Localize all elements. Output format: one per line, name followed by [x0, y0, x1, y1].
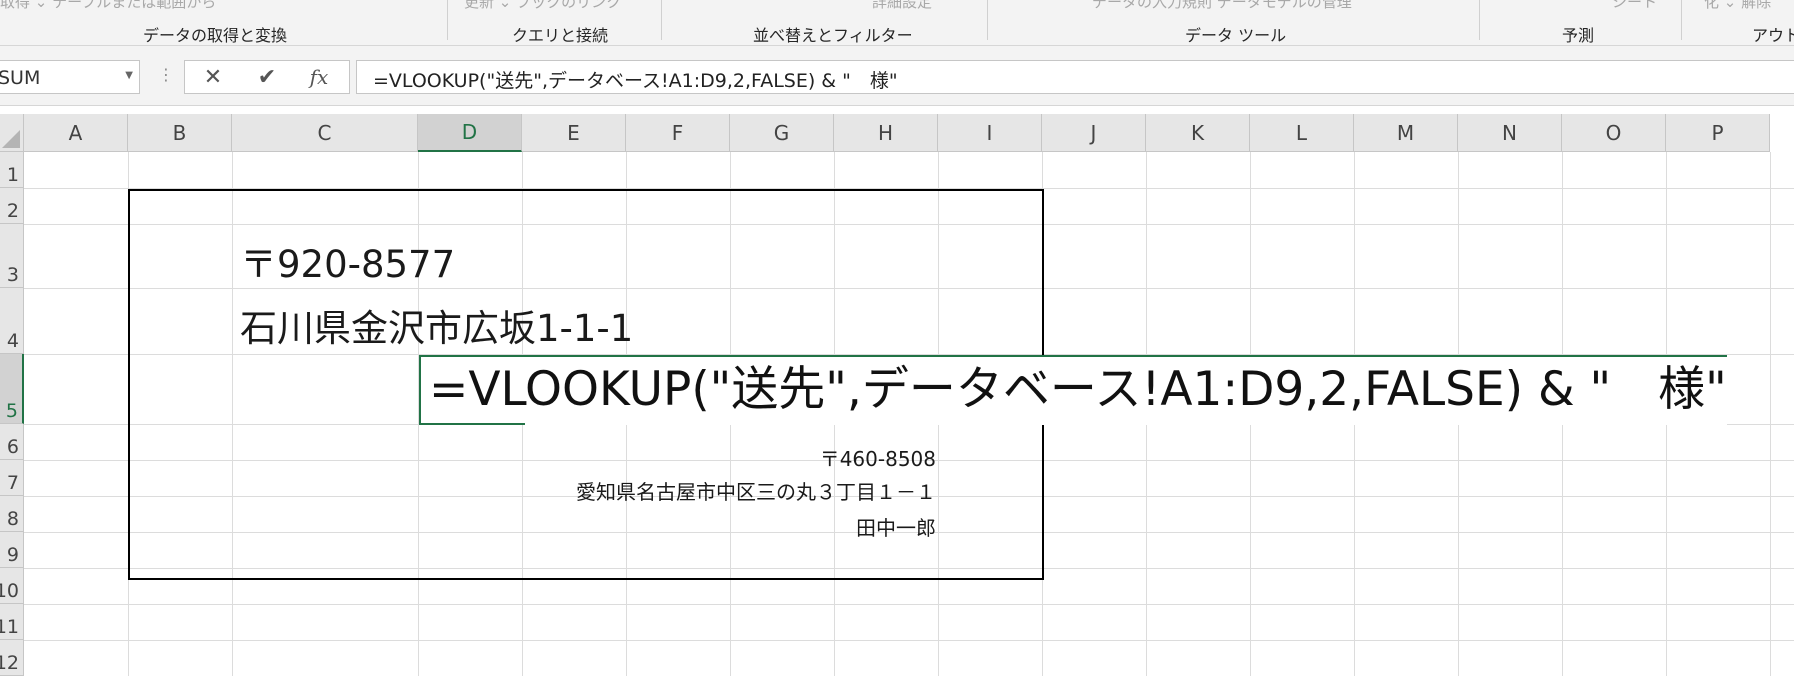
ribbon-faint-commands[interactable]: データの入力規則 データモデルの管理 [1092, 0, 1352, 12]
formula-commands: ✕ ✔ fx [184, 60, 350, 94]
gridline-horizontal [24, 604, 1794, 605]
formula-input[interactable]: =VLOOKUP("送先",データベース!A1:D9,2,FALSE) & " … [356, 60, 1794, 94]
row-header-10[interactable]: 10 [0, 568, 24, 604]
column-header-j[interactable]: J [1042, 114, 1146, 152]
cell-d5-editor[interactable]: =VLOOKUP("送先",データベース!A1:D9,2,FALSE) & " … [419, 355, 1727, 425]
cell-h8-name[interactable]: 田中一郎 [856, 512, 936, 541]
cell-d5-formula: =VLOOKUP("送先",データベース!A1:D9,2,FALSE) & " … [429, 362, 1727, 417]
column-header-o[interactable]: O [1562, 114, 1666, 152]
ribbon-group-outline: 化 ⌄ 解除 アウト [1682, 0, 1794, 45]
cell-h6-postal-code[interactable]: 〒460-8508 [820, 443, 936, 472]
column-header-d[interactable]: D [418, 114, 522, 152]
ribbon-group-label: クエリと接続 [512, 26, 609, 45]
ribbon-group-sort-filter: 詳細設定 並べ替えとフィルター [662, 0, 986, 45]
select-all-corner[interactable] [0, 114, 24, 152]
column-header-p[interactable]: P [1666, 114, 1770, 152]
column-header-c[interactable]: C [232, 114, 418, 152]
ribbon-faint-commands[interactable]: 化 ⌄ 解除 [1704, 0, 1771, 12]
column-header-e[interactable]: E [522, 114, 626, 152]
column-header-l[interactable]: L [1250, 114, 1354, 152]
column-header-i[interactable]: I [938, 114, 1042, 152]
column-header-n[interactable]: N [1458, 114, 1562, 152]
column-header-h[interactable]: H [834, 114, 938, 152]
enter-check-icon[interactable]: ✔ [247, 63, 287, 91]
ribbon-group-get-transform: 取得 ⌄ テーブルまたは範囲から データの取得と変換 [0, 0, 445, 45]
name-box[interactable]: SUM ▼ [0, 60, 140, 94]
insert-function-icon[interactable]: fx [299, 63, 339, 91]
row-header-7[interactable]: 7 [0, 460, 24, 496]
column-header-k[interactable]: K [1146, 114, 1250, 152]
row-header-1[interactable]: 1 [0, 152, 24, 188]
chevron-down-icon[interactable]: ▼ [125, 70, 133, 81]
ribbon-group-label: アウト [1752, 26, 1794, 45]
active-cell-border [419, 423, 525, 425]
ribbon-group-forecast: シート 予測 [1480, 0, 1680, 45]
row-header-2[interactable]: 2 [0, 188, 24, 224]
column-header-a[interactable]: A [24, 114, 128, 152]
cell-c4-address[interactable]: 石川県金沢市広坂1-1-1 [240, 298, 633, 352]
spreadsheet-grid: ABCDEFGHIJKLMNOP 123456789101112 〒920-85… [0, 114, 1794, 676]
row-header-8[interactable]: 8 [0, 496, 24, 532]
column-header-g[interactable]: G [730, 114, 834, 152]
cancel-icon[interactable]: ✕ [193, 63, 233, 91]
ribbon-group-label: 予測 [1562, 26, 1595, 45]
column-header-f[interactable]: F [626, 114, 730, 152]
ribbon-group-label: データ ツール [1185, 26, 1287, 45]
ribbon-faint-commands[interactable]: 詳細設定 [872, 0, 932, 12]
select-all-triangle-icon [2, 130, 20, 148]
row-header-4[interactable]: 4 [0, 288, 24, 354]
row-header-5[interactable]: 5 [0, 354, 24, 424]
ribbon-faint-commands[interactable]: 更新 ⌄ ブックのリンク [464, 0, 621, 12]
cell-h7-address[interactable]: 愛知県名古屋市中区三の丸３丁目１－１ [576, 476, 936, 505]
ribbon-faint-commands[interactable]: 取得 ⌄ テーブルまたは範囲から [0, 0, 216, 12]
gridline-horizontal [24, 640, 1794, 641]
row-header-6[interactable]: 6 [0, 424, 24, 460]
row-header-9[interactable]: 9 [0, 532, 24, 568]
ribbon-group-queries: 更新 ⌄ ブックのリンク クエリと接続 [448, 0, 660, 45]
cell-c3-postal-code[interactable]: 〒920-8577 [240, 234, 455, 288]
ribbon-faint-commands[interactable]: シート [1612, 0, 1657, 12]
ribbon-group-data-tools: データの入力規則 データモデルの管理 データ ツール [988, 0, 1478, 45]
name-box-value: SUM [0, 67, 41, 89]
row-header-11[interactable]: 11 [0, 604, 24, 640]
row-header-3[interactable]: 3 [0, 224, 24, 288]
ribbon-group-label: データの取得と変換 [143, 26, 288, 45]
formula-bar: SUM ▼ ⋮ ✕ ✔ fx =VLOOKUP("送先",データベース!A1:D… [0, 46, 1794, 106]
ribbon-group-label: 並べ替えとフィルター [753, 26, 913, 45]
gridline-vertical [1770, 152, 1771, 676]
more-vert-icon[interactable]: ⋮ [158, 65, 174, 84]
formula-text: =VLOOKUP("送先",データベース!A1:D9,2,FALSE) & " … [373, 70, 898, 92]
ribbon: 取得 ⌄ テーブルまたは範囲から データの取得と変換 更新 ⌄ ブックのリンク … [0, 0, 1794, 46]
column-header-b[interactable]: B [128, 114, 232, 152]
row-header-12[interactable]: 12 [0, 640, 24, 676]
column-header-m[interactable]: M [1354, 114, 1458, 152]
